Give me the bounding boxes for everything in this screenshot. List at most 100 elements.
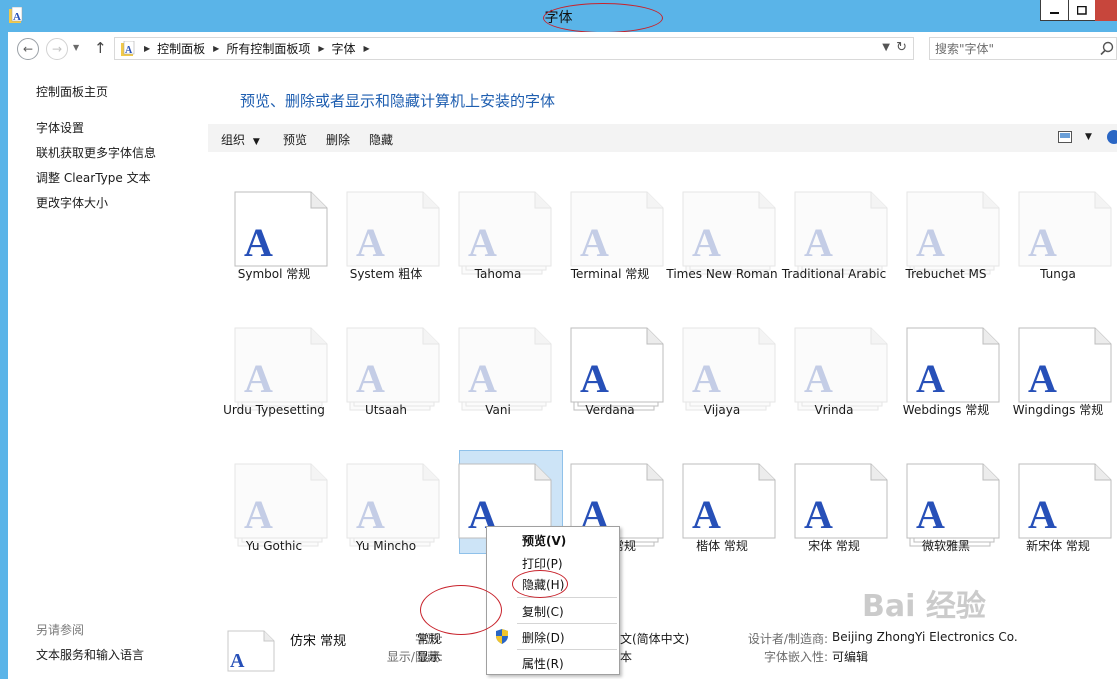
menu-item-copy[interactable]: 复制(C)	[522, 603, 564, 620]
menu-item-delete[interactable]: 删除(D)	[522, 629, 565, 646]
svg-text:A: A	[916, 356, 945, 401]
svg-text:A: A	[804, 220, 833, 265]
refresh-button[interactable]: ↻	[896, 40, 907, 55]
font-item-label: 宋体 常规	[808, 539, 860, 553]
font-item[interactable]: ASmall Fonts 常规	[890, 152, 1002, 186]
organize-button[interactable]: 组织 ▼	[221, 131, 260, 148]
breadcrumb-separator-icon[interactable]: ▶	[318, 44, 324, 53]
svg-text:A: A	[468, 220, 497, 265]
font-item-label: Tunga	[1040, 267, 1076, 281]
svg-text:A: A	[692, 220, 721, 265]
help-icon[interactable]	[1107, 130, 1117, 144]
svg-text:A: A	[916, 492, 945, 537]
breadcrumb-control-panel[interactable]: 控制面板	[157, 40, 205, 57]
font-item-label: Webdings 常规	[902, 403, 990, 417]
svg-text:A: A	[356, 492, 385, 537]
embedding-value: 可编辑	[832, 650, 869, 664]
font-file-icon: A	[227, 630, 275, 672]
font-item[interactable]: A Vijaya	[666, 322, 778, 458]
back-button[interactable]: ←	[17, 38, 39, 60]
delete-button[interactable]: 删除	[326, 131, 350, 148]
embedding-key: 字体嵌入性:	[763, 650, 828, 664]
font-item[interactable]: ASitka Subheading	[666, 152, 778, 186]
address-bar[interactable]: A ▶ 控制面板 ▶ 所有控制面板项 ▶ 字体 ▶ ▼ ↻	[114, 37, 914, 60]
font-item[interactable]: A Trebuchet MS	[890, 186, 1002, 322]
font-item[interactable]: A Yu Gothic	[218, 458, 330, 594]
recent-locations-dropdown[interactable]: ▼	[73, 43, 79, 52]
selected-font-name: 仿宋 常规	[290, 634, 347, 649]
font-item[interactable]: A 新宋体 常规	[1002, 458, 1114, 594]
font-item[interactable]: A Vrinda	[778, 322, 890, 458]
font-item[interactable]: A Yu Mincho	[330, 458, 442, 594]
title-bar: A 字体	[0, 0, 1117, 33]
search-input[interactable]: 搜索"字体"	[929, 37, 1117, 60]
breadcrumb-separator-icon[interactable]: ▶	[364, 44, 370, 53]
font-settings-link[interactable]: 字体设置	[36, 119, 84, 136]
maximize-icon	[1077, 5, 1087, 15]
address-history-dropdown[interactable]: ▼	[882, 42, 890, 53]
page-title: 预览、删除或者显示和隐藏计算机上安装的字体	[240, 92, 556, 110]
minimize-button[interactable]	[1040, 0, 1069, 21]
designer-key: 设计者/制造商:	[747, 632, 828, 646]
context-menu: 预览(V) 打印(P) 隐藏(H) 复制(C) 删除(D) 属性(R)	[486, 526, 620, 675]
font-item[interactable]: A 宋体 常规	[778, 458, 890, 594]
font-item[interactable]: A Utsaah	[330, 322, 442, 458]
font-item[interactable]: A Webdings 常规	[890, 322, 1002, 458]
svg-text:A: A	[692, 492, 721, 537]
preview-button[interactable]: 预览	[283, 131, 307, 148]
font-item[interactable]: ASitka Small	[554, 152, 666, 186]
font-item[interactable]: ASylfaen 常规	[1002, 152, 1114, 186]
svg-text:A: A	[244, 220, 273, 265]
svg-text:A: A	[1028, 220, 1057, 265]
menu-item-properties[interactable]: 属性(R)	[522, 655, 564, 672]
font-item[interactable]: A Symbol 常规	[218, 186, 330, 322]
annotation-circle-hide	[512, 570, 568, 598]
font-item[interactable]: A Wingdings 常规	[1002, 322, 1114, 458]
font-item[interactable]: A System 粗体	[330, 186, 442, 322]
breadcrumb-all-items[interactable]: 所有控制面板项	[226, 40, 310, 57]
arrow-right-icon: →	[51, 42, 63, 56]
font-item[interactable]: A Urdu Typesetting	[218, 322, 330, 458]
font-item[interactable]: A 楷体 常规	[666, 458, 778, 594]
view-options-icon[interactable]	[1058, 131, 1072, 143]
close-button[interactable]	[1095, 0, 1117, 21]
svg-text:A: A	[580, 356, 609, 401]
font-item[interactable]: ASitka Heading	[442, 152, 554, 186]
view-dropdown-icon[interactable]: ▼	[1085, 132, 1092, 142]
font-item[interactable]: A Verdana	[554, 322, 666, 458]
font-item[interactable]: ASitka Banner	[218, 152, 330, 186]
adjust-cleartype-link[interactable]: 调整 ClearType 文本	[36, 169, 151, 186]
font-item[interactable]: A Times New Roman	[666, 186, 778, 322]
designer-value: Beijing ZhongYi Electronics Co.	[832, 630, 1018, 644]
font-item[interactable]: ASitka Display	[330, 152, 442, 186]
font-item[interactable]: A Tahoma	[442, 186, 554, 322]
change-font-size-link[interactable]: 更改字体大小	[36, 194, 108, 211]
breadcrumb-fonts[interactable]: 字体	[332, 40, 356, 57]
uac-shield-icon	[496, 629, 508, 644]
font-grid: ASitka BannerASitka DisplayASitka Headin…	[218, 152, 1117, 624]
chevron-down-icon: ▼	[252, 137, 260, 147]
breadcrumb-separator-icon[interactable]: ▶	[213, 44, 219, 53]
svg-text:A: A	[244, 492, 273, 537]
font-item[interactable]: A 微软雅黑	[890, 458, 1002, 594]
search-icon[interactable]	[1098, 40, 1116, 58]
watermark: Bai 经验	[862, 589, 986, 624]
text-services-link[interactable]: 文本服务和输入语言	[36, 646, 144, 663]
visibility-value: 显示	[417, 650, 442, 664]
control-panel-home-link[interactable]: 控制面板主页	[36, 83, 108, 100]
font-item[interactable]: ASitka Text	[778, 152, 890, 186]
font-item[interactable]: A Vani	[442, 322, 554, 458]
font-item[interactable]: A Terminal 常规	[554, 186, 666, 322]
hide-button[interactable]: 隐藏	[369, 131, 393, 148]
get-font-info-online-link[interactable]: 联机获取更多字体信息	[36, 144, 156, 161]
font-item-label: 楷体 常规	[696, 539, 748, 553]
font-item-label: Vani	[485, 403, 511, 417]
menu-item-preview[interactable]: 预览(V)	[522, 532, 566, 549]
breadcrumb-separator-icon[interactable]: ▶	[144, 44, 150, 53]
font-item[interactable]: A Tunga	[1002, 186, 1114, 322]
menu-separator	[517, 649, 617, 650]
forward-button[interactable]: →	[46, 38, 68, 60]
maximize-button[interactable]	[1068, 0, 1096, 21]
font-item[interactable]: A Traditional Arabic	[778, 186, 890, 322]
up-button[interactable]: ↑	[94, 39, 107, 57]
